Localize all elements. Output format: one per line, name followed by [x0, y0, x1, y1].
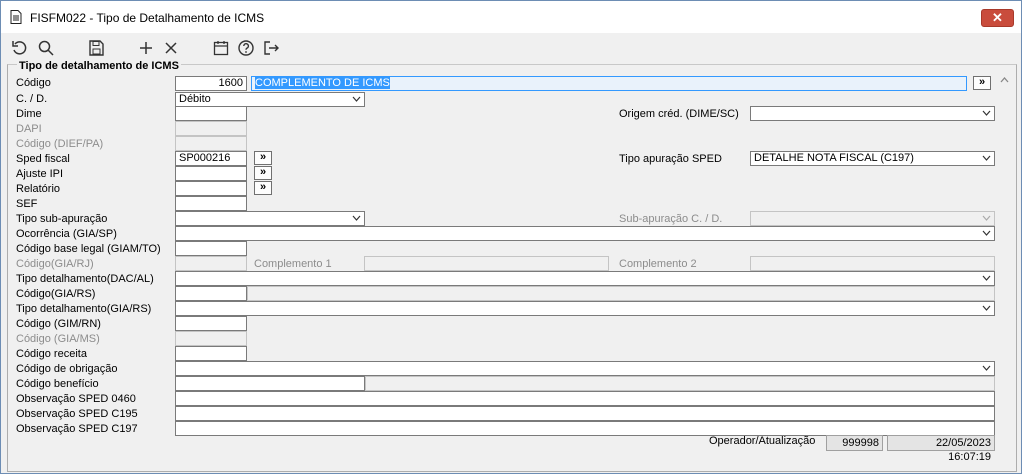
search-icon[interactable]: [35, 37, 57, 59]
dac-al-label: Tipo detalhamento(DAC/AL): [16, 273, 154, 285]
obs-c195-label: Observação SPED C195: [16, 408, 138, 420]
window-title: FISFM022 - Tipo de Detalhamento de ICMS: [30, 11, 265, 25]
codigo-description-input[interactable]: COMPLEMENTO DE ICMS: [251, 76, 967, 91]
chevron-down-icon: [982, 305, 991, 311]
save-icon[interactable]: [85, 37, 107, 59]
complemento-2-input: [750, 256, 995, 271]
gim-rn-input[interactable]: [175, 316, 247, 331]
toolbar: [1, 34, 1021, 61]
beneficio-label: Código benefício: [16, 378, 99, 390]
codigo-label: Código: [16, 77, 51, 89]
sub-apuracao-cd-label: Sub-apuração C. / D.: [619, 213, 723, 225]
status-label: Operador/Atualização: [709, 435, 816, 447]
sub-apuracao-cd-select: [750, 211, 995, 226]
sub-apuracao-label: Tipo sub-apuração: [16, 213, 108, 225]
undo-icon[interactable]: [9, 37, 31, 59]
document-icon: [10, 10, 22, 24]
det-gia-rs-select[interactable]: [175, 301, 995, 316]
gia-ms-input: [175, 331, 247, 346]
dief-label: Código (DIEF/PA): [16, 138, 104, 150]
calendar-icon[interactable]: [210, 37, 232, 59]
obs-c197-input[interactable]: [175, 421, 995, 436]
tipo-apuracao-label: Tipo apuração SPED: [619, 153, 722, 165]
beneficio-input[interactable]: [175, 376, 365, 391]
gia-rj-input: [175, 256, 247, 271]
tipo-apuracao-select[interactable]: DETALHE NOTA FISCAL (C197): [750, 151, 995, 166]
det-gia-rs-label: Tipo detalhamento(GIA/RS): [16, 303, 152, 315]
chevron-down-icon: [982, 215, 991, 221]
app-window: FISFM022 - Tipo de Detalhamento de ICMS …: [0, 0, 1022, 474]
chevron-down-icon: [352, 96, 361, 102]
section-title: Tipo de detalhamento de ICMS: [17, 60, 181, 72]
dapi-label: DAPI: [16, 123, 42, 135]
sef-input[interactable]: [175, 196, 247, 211]
gia-rs-input[interactable]: [175, 286, 247, 301]
origem-label: Origem créd. (DIME/SC): [619, 108, 739, 120]
dief-input: [175, 136, 247, 151]
relatorio-input[interactable]: [175, 181, 247, 196]
chevron-down-icon: [982, 230, 991, 236]
sped-input[interactable]: SP000216: [175, 151, 247, 166]
gia-ms-label: Código (GIA/MS): [16, 333, 100, 345]
base-legal-input[interactable]: [175, 241, 247, 256]
close-button[interactable]: ✕: [981, 9, 1014, 27]
cd-label: C. / D.: [16, 93, 48, 105]
ocorrencia-label: Ocorrência (GIA/SP): [16, 228, 117, 240]
vertical-scrollbar[interactable]: [998, 73, 1012, 439]
ocorrencia-select[interactable]: [175, 226, 995, 241]
tipo-apuracao-value: DETALHE NOTA FISCAL (C197): [754, 152, 914, 164]
dapi-input: [175, 121, 247, 136]
obrigacao-select[interactable]: [175, 361, 995, 376]
delete-icon[interactable]: [160, 37, 182, 59]
gia-rs-label: Código(GIA/RS): [16, 288, 96, 300]
help-icon[interactable]: [235, 37, 257, 59]
obs-0460-input[interactable]: [175, 391, 995, 406]
obs-0460-label: Observação SPED 0460: [16, 393, 136, 405]
dime-input[interactable]: [175, 106, 247, 121]
codigo-lookup-button[interactable]: »: [973, 76, 991, 90]
codigo-description-text: COMPLEMENTO DE ICMS: [255, 77, 390, 89]
chevron-down-icon: [352, 215, 361, 221]
chevron-down-icon: [982, 275, 991, 281]
cd-select-value: Débito: [179, 93, 211, 105]
operator-field: 999998: [826, 435, 883, 451]
relatorio-lookup-button[interactable]: »: [254, 181, 272, 195]
codigo-input[interactable]: 1600: [175, 76, 247, 91]
base-legal-label: Código base legal (GIAM/TO): [16, 243, 161, 255]
sped-label: Sped fiscal: [16, 153, 70, 165]
add-icon[interactable]: [135, 37, 157, 59]
scroll-up-icon: [1000, 77, 1009, 83]
sped-lookup-button[interactable]: »: [254, 151, 272, 165]
chevron-down-icon: [982, 365, 991, 371]
ajuste-ipi-input[interactable]: [175, 166, 247, 181]
beneficio-description: [365, 376, 995, 391]
complemento-1-input: [364, 256, 609, 271]
dime-label: Dime: [16, 108, 42, 120]
dac-al-select[interactable]: [175, 271, 995, 286]
chevron-down-icon: [982, 110, 991, 116]
sef-label: SEF: [16, 198, 38, 210]
obs-c197-label: Observação SPED C197: [16, 423, 138, 435]
receita-label: Código receita: [16, 348, 87, 360]
relatorio-label: Relatório: [16, 183, 61, 195]
receita-input[interactable]: [175, 346, 247, 361]
obs-c195-input[interactable]: [175, 406, 995, 421]
timestamp-field: 22/05/2023 16:07:19: [887, 435, 995, 463]
ajuste-ipi-lookup-button[interactable]: »: [254, 166, 272, 180]
title-bar: FISFM022 - Tipo de Detalhamento de ICMS …: [1, 1, 1021, 33]
exit-icon[interactable]: [260, 37, 282, 59]
obrigacao-label: Código de obrigação: [16, 363, 118, 375]
gim-rn-label: Código (GIM/RN): [16, 318, 101, 330]
gia-rj-label: Código(GIA/RJ): [16, 258, 94, 270]
ajuste-ipi-label: Ajuste IPI: [16, 168, 64, 180]
sub-apuracao-select[interactable]: [175, 211, 365, 226]
chevron-down-icon: [982, 155, 991, 161]
gia-rs-description: [247, 286, 995, 301]
complemento-2-label: Complemento 2: [619, 258, 697, 270]
cd-select[interactable]: Débito: [175, 92, 365, 107]
complemento-1-label: Complemento 1: [254, 258, 332, 270]
origem-select[interactable]: [750, 106, 995, 121]
